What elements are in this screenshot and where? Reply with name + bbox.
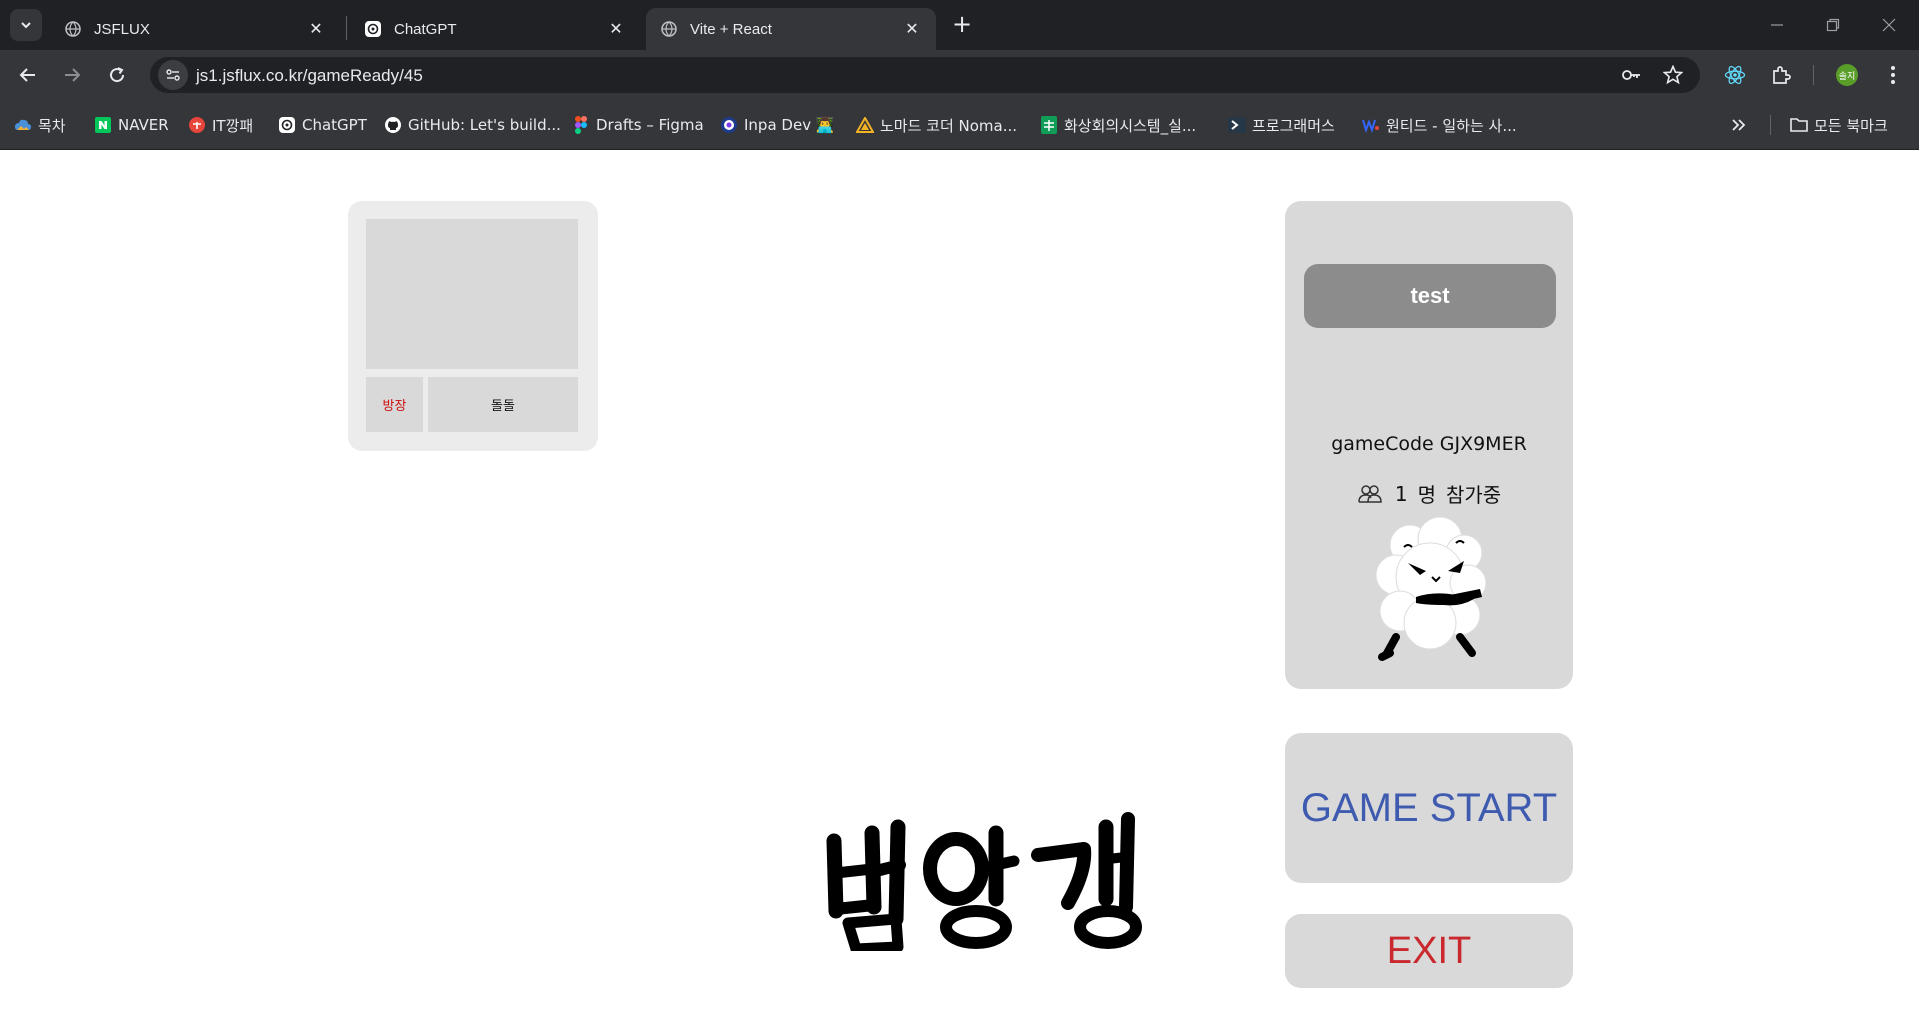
- game-code-value: GJX9MER: [1439, 433, 1527, 455]
- tab-divider: [346, 16, 347, 40]
- password-key-icon[interactable]: [1620, 64, 1642, 86]
- bookmarks-bar: 목차 NAVER IT깡패 ChatGPT GitHub: Let's buil…: [0, 100, 1919, 150]
- exit-button[interactable]: EXIT: [1285, 914, 1573, 988]
- toolbar-divider: [1813, 65, 1814, 85]
- bookmark-label: Drafts – Figma: [596, 116, 704, 134]
- tab-vite-react[interactable]: Vite + React ✕: [646, 8, 936, 50]
- participant-number: 1: [1394, 481, 1408, 506]
- player-slot: 방장 돌돌: [348, 201, 598, 451]
- figma-icon: [572, 116, 590, 134]
- react-devtools-icon[interactable]: [1722, 62, 1748, 88]
- bookmark-label: ChatGPT: [302, 116, 367, 134]
- chatgpt-icon: [278, 116, 296, 134]
- bookmark-label: GitHub: Let's build...: [408, 116, 561, 134]
- browser-toolbar: js1.jsflux.co.kr/gameReady/45 솔지: [0, 50, 1919, 100]
- chevron-down-icon: [21, 22, 31, 29]
- bookmark-item[interactable]: ChatGPT: [278, 114, 367, 136]
- double-chevron-right-icon: [1732, 119, 1746, 131]
- bookmark-item[interactable]: NAVER: [94, 114, 169, 136]
- arrow-left-icon: [19, 68, 35, 82]
- bookmark-label: 노마드 코더 Noma...: [880, 116, 1018, 135]
- naver-icon: [94, 116, 112, 134]
- site-settings-icon[interactable]: [158, 60, 188, 90]
- all-bookmarks-button[interactable]: 모든 북마크: [1790, 114, 1888, 136]
- bookmark-label: Inpa Dev 👨‍💻: [744, 116, 835, 134]
- bookmark-item[interactable]: IT깡패: [188, 114, 253, 136]
- more-menu-icon[interactable]: [1880, 62, 1906, 88]
- bookmarks-divider: [1770, 115, 1771, 135]
- close-icon[interactable]: ✕: [606, 19, 626, 39]
- nomad-icon: [856, 116, 874, 134]
- bookmark-item[interactable]: Drafts – Figma: [572, 114, 704, 136]
- users-icon: [1358, 484, 1382, 503]
- forward-button[interactable]: [56, 59, 88, 91]
- bookmark-label: IT깡패: [212, 116, 254, 135]
- tab-search-button[interactable]: [10, 9, 42, 41]
- star-icon[interactable]: [1662, 64, 1684, 86]
- bookmarks-overflow-button[interactable]: [1730, 114, 1746, 136]
- extensions-puzzle-icon[interactable]: [1768, 62, 1794, 88]
- bookmark-item[interactable]: 노마드 코더 Noma...: [856, 114, 1017, 136]
- tab-title: ChatGPT: [394, 20, 457, 38]
- player-avatar: [366, 219, 578, 369]
- url-text[interactable]: js1.jsflux.co.kr/gameReady/45: [196, 66, 423, 86]
- bookmark-item[interactable]: 목차: [14, 114, 66, 136]
- bookmark-item[interactable]: 화상회의시스템_실...: [1040, 114, 1196, 136]
- arrow-right-icon: [65, 68, 81, 82]
- itggangpae-icon: [188, 116, 206, 134]
- address-bar[interactable]: js1.jsflux.co.kr/gameReady/45: [150, 57, 1700, 93]
- minimize-icon[interactable]: [1762, 10, 1792, 40]
- wanted-icon: [1362, 116, 1380, 134]
- participant-unit: 명: [1417, 483, 1436, 507]
- folder-cloud-icon: [14, 116, 32, 134]
- game-code: gameCode GJX9MER: [1285, 433, 1573, 455]
- new-tab-button[interactable]: +: [948, 10, 976, 38]
- close-icon[interactable]: ✕: [902, 19, 922, 39]
- bookmark-item[interactable]: 원티드 - 일하는 사...: [1362, 114, 1517, 136]
- sheets-icon: [1040, 116, 1058, 134]
- tab-jsflux[interactable]: JSFLUX ✕: [50, 8, 340, 50]
- bookmark-label: 모든 북마크: [1814, 116, 1888, 135]
- bookmark-item[interactable]: Inpa Dev 👨‍💻: [720, 114, 835, 136]
- game-code-label: gameCode: [1331, 433, 1434, 455]
- player-role-badge: 방장: [366, 377, 423, 432]
- bookmark-label: NAVER: [118, 116, 169, 134]
- participant-status: 참가중: [1445, 483, 1502, 507]
- game-ready-page: 방장 돌돌 test gameCode GJX9MER 1 명 참가중 GAME…: [0, 151, 1919, 1017]
- profile-avatar[interactable]: 솔지: [1836, 64, 1858, 86]
- window-close-icon[interactable]: [1874, 10, 1904, 40]
- globe-icon: [64, 20, 82, 38]
- reload-button[interactable]: [101, 59, 133, 91]
- tab-strip: JSFLUX ✕ ChatGPT ✕ Vite + React ✕ +: [0, 0, 1919, 50]
- bookmark-item[interactable]: 프로그래머스: [1228, 114, 1335, 136]
- github-icon: [384, 116, 402, 134]
- sheep-mascot: [1375, 516, 1487, 661]
- programmers-icon: [1228, 116, 1246, 134]
- game-logo: [826, 812, 1142, 951]
- room-title: test: [1304, 264, 1556, 328]
- game-start-button[interactable]: GAME START: [1285, 733, 1573, 883]
- chatgpt-icon: [364, 20, 382, 38]
- participant-count: 1 명 참가중: [1285, 479, 1573, 508]
- tab-title: JSFLUX: [94, 20, 150, 38]
- folder-icon: [1790, 116, 1808, 134]
- tab-title: Vite + React: [690, 20, 772, 38]
- room-info-card: test gameCode GJX9MER 1 명 참가중: [1285, 201, 1573, 689]
- inpa-icon: [720, 116, 738, 134]
- bookmark-item[interactable]: GitHub: Let's build...: [384, 114, 561, 136]
- close-icon[interactable]: ✕: [306, 19, 326, 39]
- bookmark-label: 원티드 - 일하는 사...: [1386, 116, 1517, 135]
- bookmark-label: 목차: [38, 116, 66, 135]
- globe-icon: [660, 20, 678, 38]
- bookmark-label: 화상회의시스템_실...: [1064, 116, 1197, 135]
- player-name: 돌돌: [428, 377, 578, 432]
- back-button[interactable]: [12, 59, 44, 91]
- restore-icon[interactable]: [1818, 10, 1848, 40]
- bookmark-label: 프로그래머스: [1252, 116, 1335, 135]
- tab-chatgpt[interactable]: ChatGPT ✕: [350, 8, 640, 50]
- reload-icon: [110, 67, 125, 83]
